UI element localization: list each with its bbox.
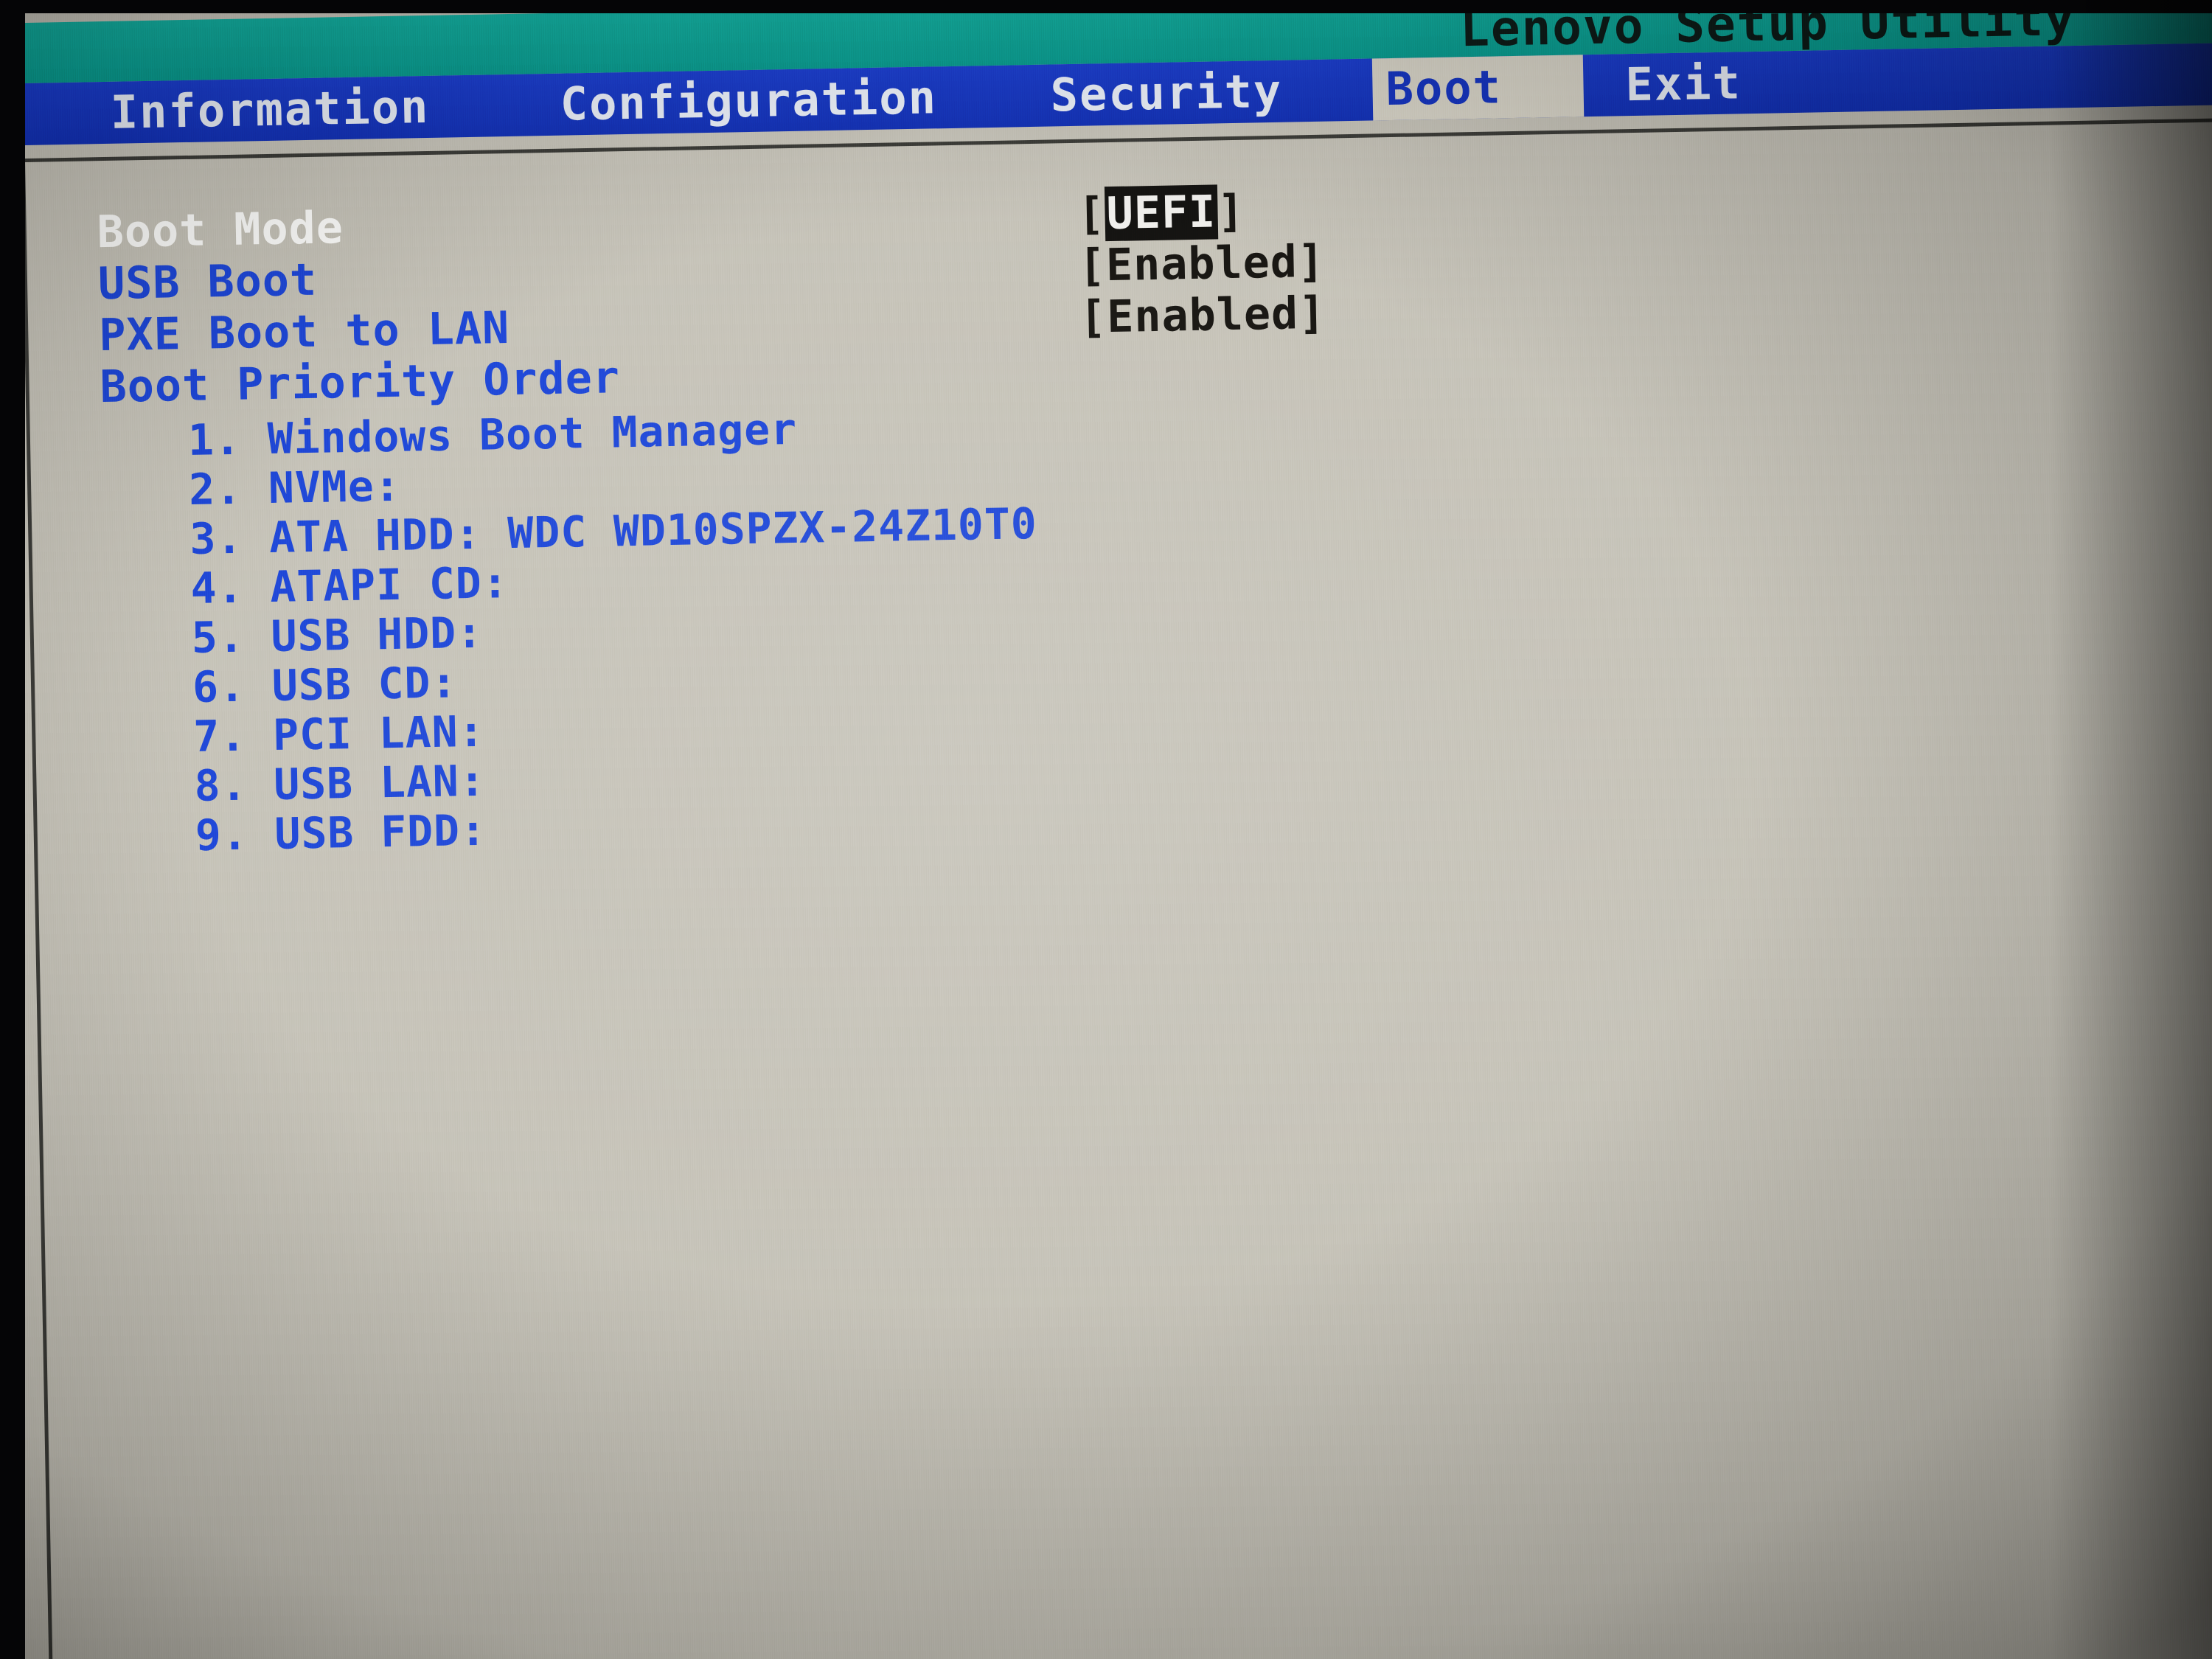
- boot-priority-item-label: 8. USB LAN:: [193, 755, 487, 811]
- tab-exit[interactable]: Exit: [1612, 52, 1756, 116]
- setting-value-usb-boot[interactable]: [Enabled]: [1078, 236, 1325, 292]
- boot-priority-item-label: 5. USB HDD:: [191, 607, 484, 663]
- monitor-panel: Lenovo Setup Utility Information Configu…: [0, 0, 2212, 1659]
- tab-security[interactable]: Security: [1037, 60, 1296, 126]
- bracket-close: ]: [1217, 185, 1245, 238]
- boot-priority-list: 1. Windows Boot Manager 2. NVMe: 3. ATA …: [100, 381, 2099, 862]
- setting-value-boot-mode[interactable]: [UEFI]: [1077, 184, 1245, 242]
- monitor-bezel-top: [0, 0, 2212, 13]
- boot-priority-item-label: 2. NVMe:: [188, 460, 402, 515]
- tab-information[interactable]: Information: [97, 76, 443, 145]
- setting-label-boot-priority-order: Boot Priority Order: [100, 352, 621, 414]
- bracket-open: [: [1077, 188, 1106, 240]
- bracket-open: [: [1079, 291, 1107, 344]
- value-text: Enabled]: [1106, 287, 1326, 344]
- setting-label-pxe-boot-to-lan: PXE Boot to LAN: [98, 302, 510, 362]
- bios-screenshot: Lenovo Setup Utility Information Configu…: [0, 0, 2212, 1659]
- monitor-bezel-left: [0, 0, 25, 1659]
- boot-priority-item-label: 6. USB CD:: [192, 657, 458, 712]
- setting-label-boot-mode: Boot Mode: [97, 202, 344, 259]
- boot-priority-item-label: 9. USB FDD:: [195, 804, 487, 860]
- boot-priority-item-label: 4. ATAPI CD:: [190, 557, 509, 613]
- settings-list: Boot Mode [UEFI] USB Boot [Enabled] PXE …: [97, 170, 2099, 862]
- setting-value-pxe-boot-to-lan[interactable]: [Enabled]: [1079, 288, 1326, 344]
- boot-priority-item-label: 7. PCI LAN:: [192, 706, 486, 762]
- tab-configuration[interactable]: Configuration: [546, 66, 951, 136]
- content-panel: Boot Mode [UEFI] USB Boot [Enabled] PXE …: [21, 117, 2212, 1659]
- value-text: Enabled]: [1105, 235, 1326, 292]
- tab-boot[interactable]: Boot: [1371, 55, 1585, 121]
- setting-label-usb-boot: USB Boot: [97, 254, 318, 310]
- value-highlight-uefi: UEFI: [1105, 184, 1218, 242]
- bracket-open: [: [1078, 240, 1107, 292]
